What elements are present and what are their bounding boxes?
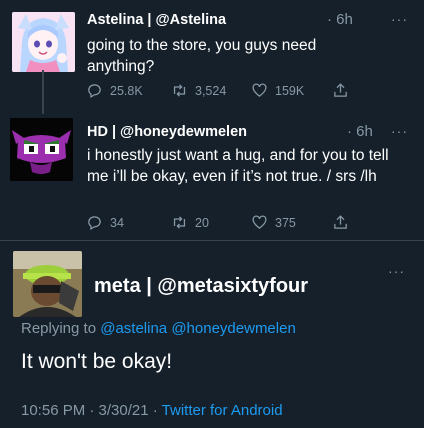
more-icon[interactable]: ···: [391, 11, 408, 27]
retweet-count: 3,524: [195, 83, 227, 98]
tweet-timestamp[interactable]: 10:56 PM · 3/30/21 ·: [21, 402, 158, 419]
like-icon: [252, 215, 267, 229]
retweet-button[interactable]: 3,524: [171, 82, 226, 99]
more-icon[interactable]: ···: [388, 263, 405, 279]
like-button[interactable]: 159K: [251, 82, 304, 99]
avatar-metasixtyfour[interactable]: [13, 251, 82, 317]
mention-astelina[interactable]: @astelina: [100, 320, 167, 337]
share-button[interactable]: [332, 82, 349, 99]
photo-avatar: [13, 251, 82, 317]
tweet-author[interactable]: HD | @honeydewmelen: [87, 124, 247, 140]
thread-connector: [42, 70, 44, 114]
tweet-source[interactable]: Twitter for Android: [162, 402, 283, 419]
retweet-count: 20: [195, 215, 209, 230]
reply-button[interactable]: 34: [86, 214, 124, 231]
share-icon: [334, 83, 347, 97]
avatar-honeydewmelen[interactable]: [10, 118, 73, 181]
share-button[interactable]: [332, 214, 349, 231]
avatar-astelina[interactable]: [12, 12, 75, 72]
reply-button[interactable]: 25.8K: [86, 82, 143, 99]
reply-icon: [88, 84, 101, 99]
retweet-icon: [173, 84, 186, 97]
replying-prefix: Replying to: [21, 320, 97, 337]
tweet-honeydewmelen[interactable]: HD | @honeydewmelen · 6h ··· i honestly …: [0, 70, 424, 238]
reply-count: 34: [110, 215, 124, 230]
retweet-icon: [173, 216, 186, 229]
more-icon[interactable]: ···: [391, 123, 408, 139]
tweet-text: i honestly just want a hug, and for you …: [87, 147, 389, 185]
retweet-button[interactable]: 20: [171, 214, 209, 231]
tweet-text: going to the store, you guys need anythi…: [87, 37, 317, 75]
like-count: 159K: [275, 83, 305, 98]
tweet-time[interactable]: · 6h: [347, 123, 373, 140]
tweet-time[interactable]: · 6h: [327, 11, 353, 28]
reply-icon: [88, 216, 101, 231]
main-tweet[interactable]: meta | @metasixtyfour ··· Replying to @a…: [0, 241, 424, 428]
tweet-meta: 10:56 PM · 3/30/21 · Twitter for Android: [21, 402, 283, 419]
like-button[interactable]: 375: [251, 214, 296, 231]
share-icon: [334, 215, 347, 229]
main-tweet-text: It won't be okay!: [21, 350, 173, 373]
anime-avatar-illustration: [12, 12, 75, 72]
like-icon: [252, 83, 267, 97]
replying-to: Replying to @astelina @honeydewmelen: [21, 320, 296, 337]
reply-count: 25.8K: [110, 83, 143, 98]
tweet-author[interactable]: Astelina | @Astelina: [87, 12, 226, 28]
like-count: 375: [275, 215, 296, 230]
tweet-astelina[interactable]: Astelina | @Astelina · 6h ··· going to t…: [0, 0, 424, 110]
mention-honeydewmelen[interactable]: @honeydewmelen: [171, 320, 295, 337]
main-author[interactable]: meta | @metasixtyfour: [94, 275, 308, 298]
purple-creature-avatar: [10, 118, 73, 181]
